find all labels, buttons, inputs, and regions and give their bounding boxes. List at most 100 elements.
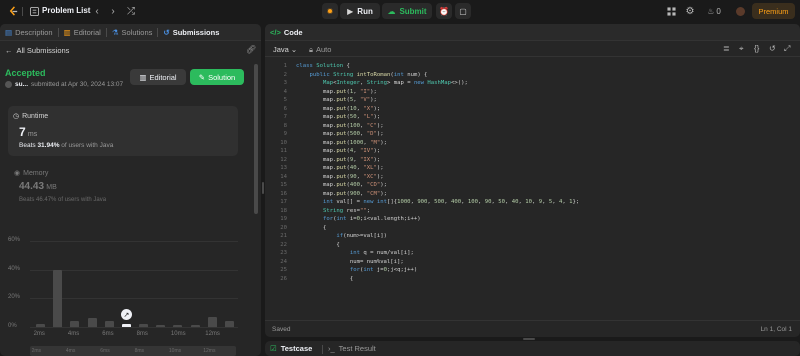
code-line[interactable]: 17 int val[] = new int[]{1000, 900, 500,…	[265, 198, 795, 207]
chart-bar[interactable]	[70, 321, 80, 327]
solution-button[interactable]: ✎ Solution	[190, 69, 244, 85]
braces-icon[interactable]: {}	[754, 44, 759, 53]
runtime-beats: Beats 31.94% of users with Java	[19, 142, 113, 149]
code-line[interactable]: 22 {	[265, 241, 795, 250]
code-line[interactable]: 10 map.put(1000, "M");	[265, 139, 795, 148]
tab-submissions[interactable]: ↺ Submissions	[158, 24, 224, 41]
chevron-down-icon: ⌄	[290, 45, 298, 54]
list-icon[interactable]	[27, 4, 41, 18]
avatar[interactable]	[733, 4, 747, 18]
timer-button[interactable]: ⏰	[436, 3, 452, 19]
tab-testcase[interactable]: ☑ Testcase	[270, 344, 312, 353]
chart-bar[interactable]	[156, 325, 166, 327]
code-line[interactable]: 6 map.put(10, "X");	[265, 105, 795, 114]
settings-gear-icon[interactable]: ⚙	[683, 4, 697, 18]
code-text: for(int j=0;j<q;j++)	[349, 267, 418, 273]
runtime-card[interactable]: ◷ Runtime 7 ms Beats 31.94% of users wit…	[8, 106, 238, 156]
code-editor[interactable]: 1 class Solution {2 public String intToRo…	[265, 62, 795, 313]
tab-description[interactable]: ▤ Description	[0, 24, 58, 41]
auto-mode-toggle[interactable]: 🔒︎ Auto	[309, 45, 331, 55]
tab-editorial[interactable]: ▥ Editorial	[59, 24, 106, 41]
line-number: 2	[283, 71, 287, 78]
code-line[interactable]: 4 map.put(1, "I");	[265, 88, 795, 97]
submit-button[interactable]: ☁ Submit	[382, 3, 432, 19]
code-line[interactable]: 15 map.put(400, "CD");	[265, 181, 795, 190]
shuffle-icon[interactable]: ⤮	[124, 4, 138, 18]
code-text: String res="";	[322, 207, 371, 214]
fullscreen-icon[interactable]: ⤢	[784, 44, 790, 54]
panel-resize-handle[interactable]	[262, 182, 264, 194]
tab-code[interactable]: </> Code	[265, 24, 308, 41]
code-line[interactable]: 18 String res="";	[265, 207, 795, 216]
runtime-value: 7	[19, 125, 26, 139]
chart-bar[interactable]	[190, 325, 200, 327]
line-number: 16	[280, 190, 287, 197]
code-line[interactable]: 1 class Solution {	[265, 62, 795, 71]
reset-icon[interactable]: ↺	[769, 44, 776, 53]
chart-bar[interactable]	[207, 316, 217, 327]
run-button[interactable]: ▶ Run	[340, 3, 380, 19]
streak-counter[interactable]: ♨ 0	[703, 4, 725, 18]
editorial-button[interactable]: ▥ Editorial	[130, 69, 186, 85]
format-icon[interactable]: ≣	[723, 44, 730, 53]
notes-button[interactable]: ▢	[455, 3, 471, 19]
code-line[interactable]: 14 map.put(90, "XC");	[265, 173, 795, 182]
code-line[interactable]: 13 map.put(40, "XL");	[265, 164, 795, 173]
line-number: 17	[280, 199, 287, 205]
code-line[interactable]: 23 int q = num/val[i];	[265, 249, 795, 258]
code-text: public String intToRoman(int num) {	[309, 71, 428, 78]
chart-bar[interactable]	[173, 325, 183, 327]
chart-range-slider[interactable]: 2ms 4ms 6ms 8ms 10ms 12ms	[30, 346, 236, 356]
next-problem-icon[interactable]: ›	[106, 4, 120, 18]
code-line[interactable]: 7 map.put(50, "L");	[265, 113, 795, 122]
code-line[interactable]: 16 map.put(900, "CM");	[265, 190, 795, 199]
y-tick-label: 0%	[8, 323, 17, 329]
code-tab-bar: </> Code	[265, 24, 800, 41]
language-select[interactable]: Java ⌄	[273, 45, 297, 54]
code-line[interactable]: 2 public String intToRoman(int num) {	[265, 71, 795, 80]
bookmark-icon[interactable]: ⌖	[739, 44, 744, 54]
line-number: 15	[280, 182, 287, 188]
prev-problem-icon[interactable]: ‹	[90, 4, 104, 18]
all-submissions-link[interactable]: ← All Submissions	[5, 46, 69, 55]
code-line[interactable]: 12 map.put(9, "IX");	[265, 156, 795, 165]
code-text: map.put(10, "X");	[296, 105, 381, 112]
chart-bar[interactable]	[36, 324, 46, 327]
code-line[interactable]: 11 map.put(4, "IV");	[265, 147, 795, 156]
problem-list-link[interactable]: Problem List	[42, 6, 90, 15]
code-line[interactable]: 9 map.put(500, "D");	[265, 130, 795, 139]
code-line[interactable]: 21 if(num>=val[i])	[265, 232, 795, 241]
code-line[interactable]: 20 {	[265, 224, 795, 233]
tab-solutions[interactable]: ⚗ Solutions	[107, 24, 158, 41]
code-text: map.put(400, "CD");	[296, 182, 387, 188]
code-line[interactable]: 8 map.put(100, "C");	[265, 122, 795, 131]
chart-bar[interactable]	[104, 321, 114, 327]
premium-button[interactable]: Premium	[752, 3, 795, 19]
memory-value: 44.43	[19, 181, 45, 192]
username[interactable]: su...	[15, 81, 28, 88]
chart-bar[interactable]	[224, 321, 234, 327]
avatar	[5, 81, 12, 88]
code-line[interactable]: 19 for(int i=0;i<val.length;i++)	[265, 215, 795, 224]
submit-label: Submit	[399, 6, 427, 16]
chart-bar[interactable]	[87, 318, 97, 327]
memory-header[interactable]: ◉ Memory	[14, 169, 48, 178]
chart-bar[interactable]	[53, 269, 63, 327]
chart-bar[interactable]	[139, 324, 149, 327]
line-number: 21	[280, 233, 287, 239]
panel-resize-handle[interactable]	[523, 338, 535, 340]
code-line[interactable]: 26 {	[265, 275, 795, 284]
tab-test-result[interactable]: ›_ Test Result	[328, 344, 376, 353]
code-line[interactable]: 5 map.put(5, "V");	[265, 96, 795, 105]
left-scrollbar[interactable]	[254, 64, 258, 214]
code-line[interactable]: 25 for(int j=0;j<q;j++)	[265, 266, 795, 275]
logo-icon[interactable]	[6, 4, 20, 18]
tab-label: Test Result	[338, 344, 376, 353]
chart-bar[interactable]	[121, 324, 131, 327]
share-link-icon[interactable]: 🔗︎	[246, 45, 256, 54]
layout-grid-icon[interactable]	[664, 4, 678, 18]
code-line[interactable]: 3 Map<Integer, String> map = new HashMap…	[265, 79, 795, 88]
code-line[interactable]: 24 num= num%val[i];	[265, 258, 795, 267]
debug-button[interactable]: ✹	[322, 3, 338, 19]
code-panel: </> Code Java ⌄ 🔒︎ Auto ≣ ⌖ {} ↺ ⤢ 1 clas…	[265, 24, 800, 337]
